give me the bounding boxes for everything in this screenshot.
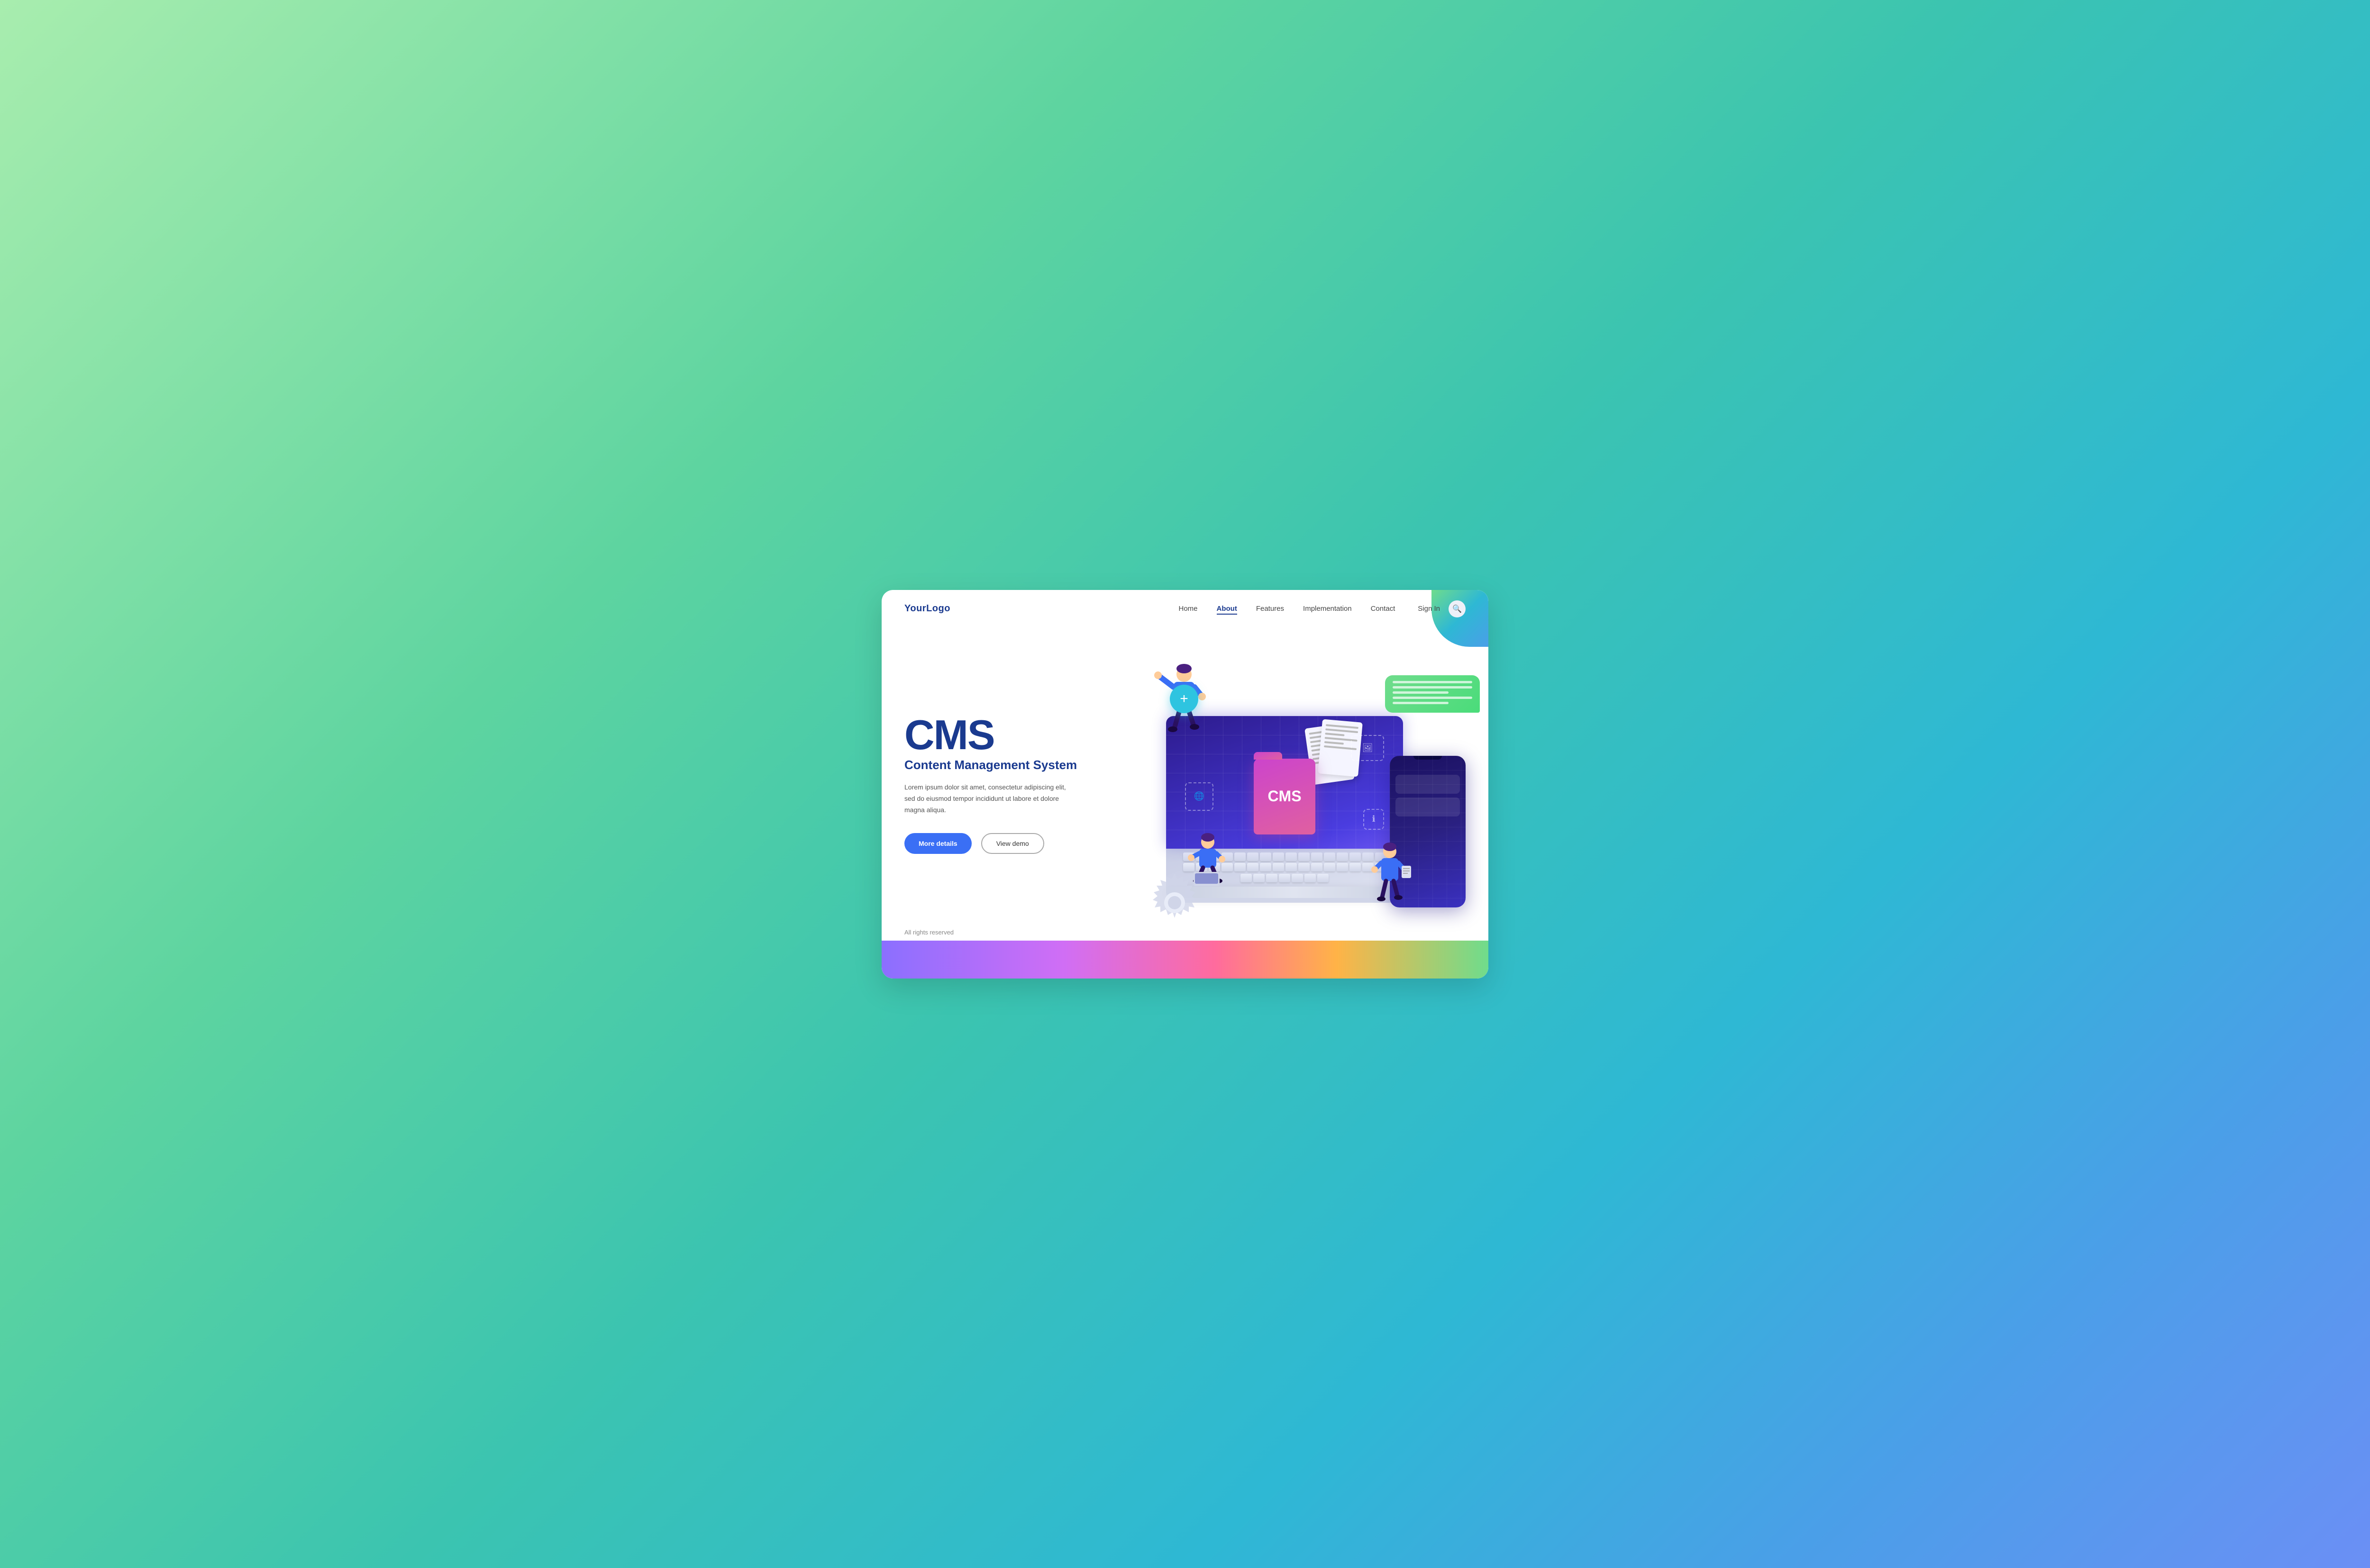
image-icon: 🖼	[1351, 735, 1384, 761]
cms-folder-label: CMS	[1267, 788, 1301, 805]
key	[1273, 863, 1284, 871]
nav-link-about[interactable]: About	[1217, 605, 1237, 615]
key	[1349, 863, 1361, 871]
more-details-button[interactable]: More details	[904, 833, 972, 854]
nav-item-contact[interactable]: Contact	[1371, 605, 1395, 613]
footer-rights: All rights reserved	[904, 929, 954, 936]
chat-line	[1393, 686, 1472, 689]
page-card: YourLogo Home About Features Implementat…	[882, 590, 1488, 979]
key	[1285, 863, 1297, 871]
chat-line	[1393, 691, 1449, 694]
phone-notch	[1413, 756, 1442, 760]
key	[1240, 874, 1252, 882]
chat-line	[1393, 681, 1472, 683]
globe-icon: 🌐	[1185, 782, 1213, 811]
key	[1298, 863, 1310, 871]
key	[1292, 874, 1303, 882]
phone-line	[1395, 798, 1460, 816]
key	[1279, 874, 1290, 882]
key	[1260, 863, 1271, 871]
nav-item-implementation[interactable]: Implementation	[1303, 605, 1352, 613]
key	[1324, 852, 1335, 861]
chat-line	[1393, 697, 1472, 699]
nav-link-home[interactable]: Home	[1178, 605, 1197, 613]
nav-item-about[interactable]: About	[1217, 605, 1237, 613]
search-button[interactable]: 🔍	[1449, 600, 1466, 617]
nav-item-home[interactable]: Home	[1178, 605, 1197, 613]
phone-line	[1395, 775, 1460, 794]
doc-line	[1325, 728, 1358, 733]
hero-subtitle: Content Management System	[904, 758, 1103, 772]
key	[1247, 852, 1258, 861]
hero-title: CMS	[904, 714, 1103, 756]
key	[1273, 852, 1284, 861]
info-icon: ℹ	[1363, 809, 1384, 830]
view-demo-button[interactable]: View demo	[981, 833, 1044, 854]
hero-text: CMS Content Management System Lorem ipsu…	[904, 714, 1103, 853]
main-content: CMS Content Management System Lorem ipsu…	[882, 628, 1488, 969]
plus-circle-icon: +	[1170, 685, 1198, 713]
phone-content	[1390, 769, 1466, 826]
doc-line	[1325, 733, 1345, 736]
key	[1253, 874, 1265, 882]
logo: YourLogo	[904, 603, 950, 614]
chat-bubble	[1385, 675, 1480, 713]
key	[1234, 863, 1246, 871]
nav-link-implementation[interactable]: Implementation	[1303, 605, 1352, 613]
person-2	[1189, 832, 1227, 893]
cms-folder: CMS	[1254, 759, 1315, 834]
key	[1311, 863, 1322, 871]
doc-line	[1324, 741, 1344, 745]
key	[1337, 852, 1348, 861]
key	[1247, 863, 1258, 871]
key	[1337, 863, 1348, 871]
key	[1234, 852, 1246, 861]
nav-link-contact[interactable]: Contact	[1371, 605, 1395, 613]
key	[1298, 852, 1310, 861]
nav-item-features[interactable]: Features	[1256, 605, 1284, 613]
illustration: CMS 🌐 🖼 ℹ	[1103, 647, 1466, 922]
key	[1304, 874, 1316, 882]
hero-description: Lorem ipsum dolor sit amet, consectetur …	[904, 782, 1075, 816]
key	[1260, 852, 1271, 861]
key	[1349, 852, 1361, 861]
key	[1324, 863, 1335, 871]
nav-link-features[interactable]: Features	[1256, 605, 1284, 613]
doc-line	[1326, 724, 1358, 729]
key	[1311, 852, 1322, 861]
nav-links: Home About Features Implementation Conta…	[1178, 605, 1395, 613]
person-3	[1371, 841, 1409, 907]
key	[1266, 874, 1277, 882]
sign-in-link[interactable]: Sign In	[1418, 605, 1440, 613]
navbar: YourLogo Home About Features Implementat…	[882, 590, 1488, 628]
search-icon: 🔍	[1452, 604, 1462, 614]
key	[1317, 874, 1329, 882]
key	[1285, 852, 1297, 861]
button-group: More details View demo	[904, 833, 1103, 854]
nav-right: Sign In 🔍	[1418, 600, 1466, 617]
chat-line	[1393, 702, 1449, 704]
